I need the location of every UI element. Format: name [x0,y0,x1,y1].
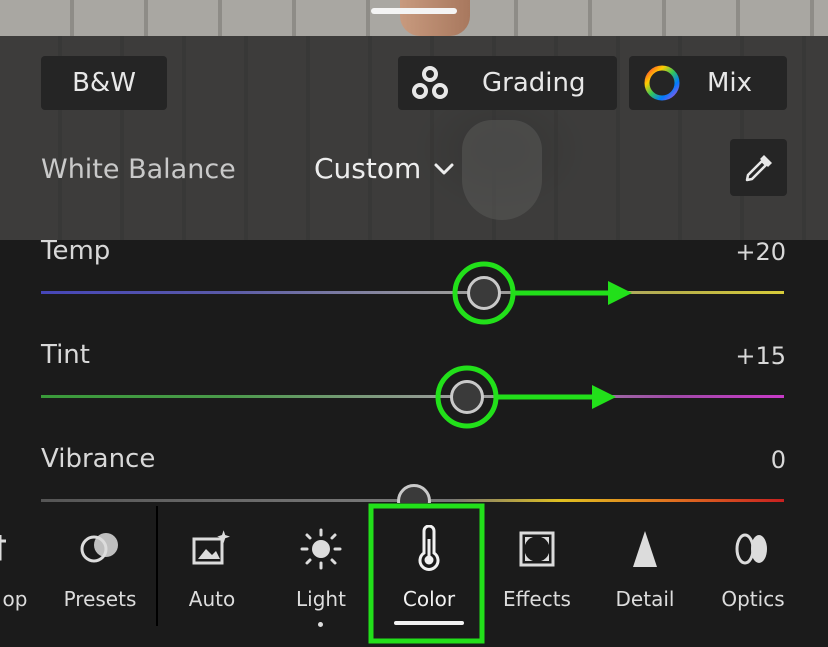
chevron-down-icon [434,163,454,174]
photo-shoe [462,120,542,220]
tool-presets[interactable]: Presets [50,503,150,633]
photo-legs [400,0,470,36]
effects-icon [519,531,555,567]
sun-icon [300,528,342,570]
bw-button-label: B&W [72,68,136,98]
tool-geometry[interactable]: G [772,503,828,633]
crop-icon [0,535,6,561]
white-balance-value: Custom [314,152,422,185]
tool-crop[interactable]: op [0,503,40,633]
white-balance-dropdown[interactable]: Custom [314,152,455,185]
tool-detail-label: Detail [615,587,675,611]
auto-icon [192,530,230,565]
grading-icon [412,66,448,99]
white-balance-label: White Balance [41,154,236,185]
grading-button-label: Grading [482,68,586,98]
detail-icon [633,531,657,567]
temp-label: Temp [41,236,111,266]
eyedropper-button[interactable] [730,139,787,196]
tool-effects[interactable]: Effects [487,503,587,633]
light-indicator-dot [318,622,323,627]
tool-light[interactable]: Light [271,503,371,633]
tool-effects-label: Effects [503,587,571,611]
vibrance-label: Vibrance [41,444,156,474]
tool-detail[interactable]: Detail [595,503,695,633]
tool-crop-label: op [2,587,28,611]
vibrance-value: 0 [770,446,786,474]
thermometer-icon [418,525,440,571]
mix-button-label: Mix [707,68,753,98]
tool-color-label: Color [402,587,456,611]
tint-value: +15 [735,342,786,370]
home-indicator [371,8,457,14]
tint-label: Tint [41,340,90,370]
tool-geometry-label: G [812,587,828,611]
temp-slider-track[interactable] [41,291,784,294]
toolbar-divider [156,506,158,626]
active-tool-underline [394,621,464,625]
bw-button[interactable]: B&W [41,56,167,110]
eyedropper-icon [745,154,772,181]
mix-button[interactable]: Mix [629,56,787,110]
temp-value: +20 [735,238,786,266]
grading-button[interactable]: Grading [398,56,617,110]
tool-auto-label: Auto [188,587,236,611]
color-wheel-icon [644,65,680,101]
temp-slider-knob[interactable] [467,276,501,310]
tool-auto[interactable]: Auto [162,503,262,633]
optics-icon [735,533,767,565]
tool-light-label: Light [296,587,346,611]
presets-icon [80,533,118,563]
tool-presets-label: Presets [63,587,137,611]
tint-slider-knob[interactable] [450,380,484,414]
tool-color[interactable]: Color [379,503,479,633]
tint-slider-track[interactable] [41,395,784,398]
edit-toolbar: op Presets Auto Light Color Effects Deta… [0,503,828,647]
